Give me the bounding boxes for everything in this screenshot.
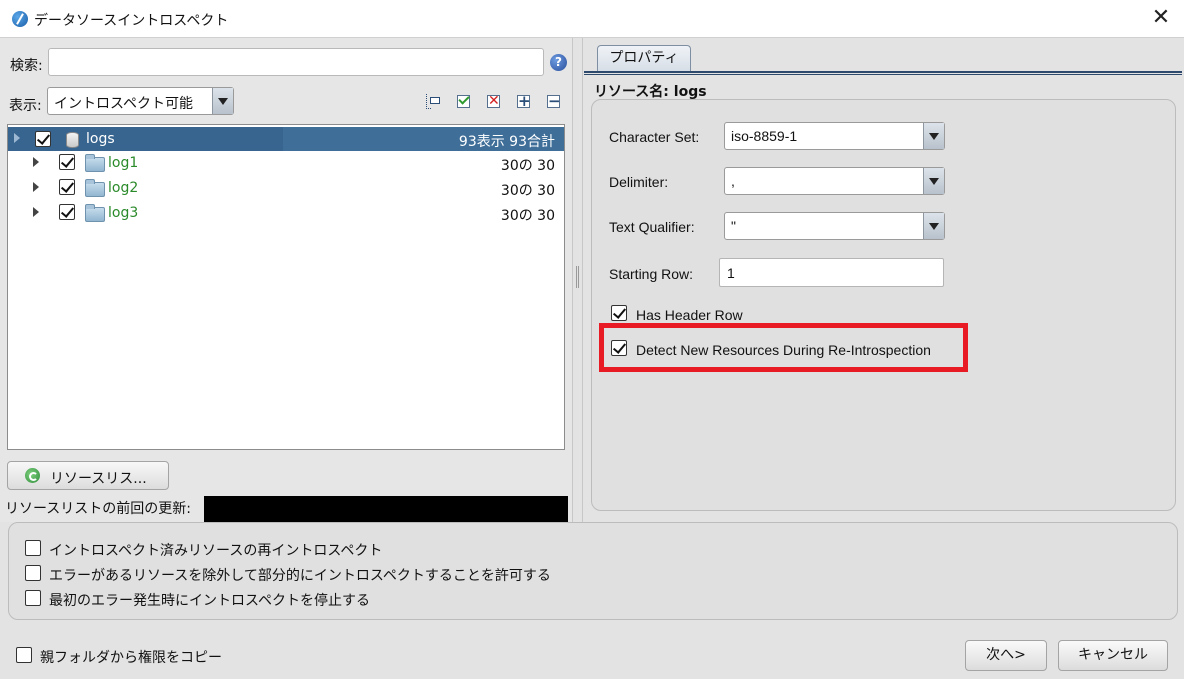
panel-splitter[interactable] [572,38,583,522]
tree-row[interactable]: logs 93表示 93合計 [8,127,564,151]
chevron-down-icon[interactable] [923,213,944,239]
folder-icon [85,179,105,197]
expand-arrow-icon[interactable] [14,133,20,143]
copy-permissions-checkbox[interactable] [16,647,32,663]
text-qualifier-value: " [731,218,736,234]
view-select[interactable]: イントロスペクト可能 [47,87,234,115]
tab-properties[interactable]: プロパティ [597,45,691,72]
expand-arrow-icon[interactable] [33,182,39,192]
tree-node-count: 30の 30 [500,183,555,199]
starting-row-input[interactable]: 1 [719,258,944,287]
partial-introspect-label: エラーがあるリソースを除外して部分的にイントロスペクトすることを許可する [49,568,551,584]
expand-arrow-icon[interactable] [33,157,39,167]
tree-row[interactable]: log3 30の 30 [8,201,564,225]
refresh-button-label: リソースリス... [50,471,147,487]
tree-node-label: log1 [108,155,139,171]
resource-panel: 検索: ? 表示: イントロスペクト可能 ✕ + − logs 93表示 93合… [0,38,572,522]
last-update-value [204,496,568,522]
tree-checkbox[interactable] [59,179,75,195]
resource-name-title: リソース名: logs [594,84,707,100]
next-button[interactable]: 次へ> [965,640,1047,671]
title-bar: データソースイントロスペクト ✕ [0,0,1184,38]
stop-on-error-label: 最初のエラー発生時にイントロスペクトを停止する [49,593,371,609]
reintrospect-checkbox[interactable] [25,540,41,556]
tree-expand-icon[interactable] [424,93,442,111]
app-icon [12,11,28,27]
properties-box: Character Set: iso-8859-1 Delimiter: , T… [591,99,1176,511]
resource-tree[interactable]: logs 93表示 93合計 log1 30の 30 log2 30の 30 l… [7,124,565,450]
has-header-row-checkbox[interactable] [611,305,627,321]
refresh-resource-list-button[interactable]: リソースリス... [7,461,169,490]
splitter-grip-icon[interactable] [576,266,579,288]
delimiter-value: , [731,173,735,189]
character-set-select[interactable]: iso-8859-1 [724,122,945,150]
expand-arrow-icon[interactable] [33,207,39,217]
tree-row[interactable]: log2 30の 30 [8,176,564,200]
tree-checkbox[interactable] [35,131,51,147]
detect-new-resources-label: Detect New Resources During Re-Introspec… [636,342,931,358]
reintrospect-label: イントロスペクト済みリソースの再イントロスペクト [49,543,383,559]
detect-new-resources-checkbox[interactable] [611,340,627,356]
tree-checkbox[interactable] [59,204,75,220]
expand-all-icon[interactable]: + [515,92,533,111]
tree-node-count: 93表示 93合計 [458,134,555,150]
starting-row-value: 1 [727,265,735,281]
text-qualifier-label: Text Qualifier: [609,219,695,235]
has-header-row-label: Has Header Row [636,307,743,323]
chevron-down-icon[interactable] [212,88,233,114]
introspection-options: イントロスペクト済みリソースの再イントロスペクト エラーがあるリソースを除外して… [8,522,1178,620]
view-select-value: イントロスペクト可能 [54,96,194,112]
chevron-down-icon[interactable] [923,168,944,194]
cancel-button[interactable]: キャンセル [1058,640,1168,671]
database-icon [66,132,79,148]
delimiter-label: Delimiter: [609,174,669,190]
tree-node-label: log2 [108,180,139,196]
partial-introspect-checkbox[interactable] [25,565,41,581]
search-input[interactable] [48,48,544,76]
starting-row-label: Starting Row: [609,266,694,282]
tree-node-count: 30の 30 [500,208,555,224]
tree-node-count: 30の 30 [500,158,555,174]
delimiter-select[interactable]: , [724,167,945,195]
last-update-label: リソースリストの前回の更新: [5,501,192,517]
collapse-all-icon[interactable]: − [545,92,563,111]
close-button[interactable]: ✕ [1148,6,1174,32]
tree-node-label: logs [86,131,115,147]
tree-row[interactable]: log1 30の 30 [8,151,564,175]
window-title: データソースイントロスペクト [34,13,229,29]
refresh-icon [25,468,40,483]
properties-panel: プロパティ リソース名: logs Character Set: iso-885… [584,38,1184,522]
check-all-icon[interactable] [455,93,473,111]
view-label: 表示: [9,98,42,114]
help-icon[interactable]: ? [550,54,567,71]
chevron-down-icon[interactable] [923,123,944,149]
tab-divider [584,71,1182,75]
tree-checkbox[interactable] [59,154,75,170]
folder-icon [85,154,105,172]
search-label: 検索: [10,58,43,74]
footer: 親フォルダから権限をコピー 次へ> キャンセル [0,629,1184,679]
copy-permissions-label: 親フォルダから権限をコピー [40,650,222,666]
stop-on-error-checkbox[interactable] [25,590,41,606]
character-set-label: Character Set: [609,129,700,145]
uncheck-all-icon[interactable]: ✕ [485,93,503,111]
character-set-value: iso-8859-1 [731,128,798,144]
text-qualifier-select[interactable]: " [724,212,945,240]
folder-icon [85,204,105,222]
tree-node-label: log3 [108,205,139,221]
